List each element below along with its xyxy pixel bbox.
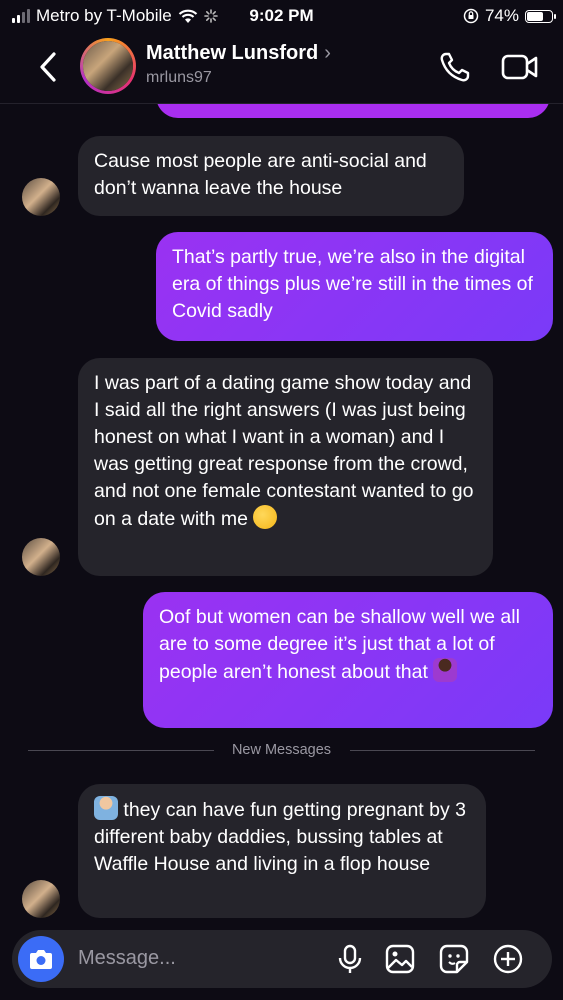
message-text: Cause most people are anti-social and do… <box>94 150 427 199</box>
contact-name[interactable]: Matthew Lunsford › <box>146 42 331 65</box>
camera-icon <box>30 950 52 969</box>
microphone-icon[interactable] <box>334 943 366 975</box>
sticker-icon[interactable] <box>438 943 470 975</box>
message-text: That’s partly true, we’re also in the di… <box>172 246 533 322</box>
hugging-face-emoji-icon <box>253 505 278 529</box>
chevron-right-icon: › <box>324 42 331 64</box>
message-sent[interactable]: That’s partly true, we’re also in the di… <box>156 232 553 341</box>
battery-icon <box>525 9 556 23</box>
message-input[interactable]: Message... <box>78 947 176 970</box>
back-chevron-icon[interactable] <box>34 50 64 84</box>
contact-username: mrluns97 <box>146 69 212 86</box>
man-shrugging-emoji-icon <box>94 796 118 820</box>
status-right: 74% <box>463 6 556 26</box>
new-messages-divider: New Messages <box>28 740 535 760</box>
divider-label: New Messages <box>231 742 332 758</box>
message-composer[interactable]: Message... <box>12 930 552 988</box>
message-received[interactable]: I was part of a dating game show today a… <box>78 358 493 576</box>
woman-shrugging-emoji-icon <box>433 658 458 682</box>
message-text: I was part of a dating game show today a… <box>94 372 474 530</box>
message-received[interactable]: Cause most people are anti-social and do… <box>78 136 464 216</box>
plus-icon[interactable] <box>492 943 524 975</box>
phone-icon[interactable] <box>438 50 472 84</box>
status-bar: Metro by T-Mobile 9:02 PM 74% <box>0 0 563 32</box>
battery-percent: 74% <box>484 6 519 25</box>
sender-avatar[interactable] <box>22 538 60 576</box>
message-received[interactable]: they can have fun getting pregnant by 3 … <box>78 784 486 918</box>
gallery-icon[interactable] <box>384 943 416 975</box>
camera-button[interactable] <box>18 936 64 982</box>
message-sent[interactable]: Oof but women can be shallow well we all… <box>143 592 553 728</box>
sender-avatar[interactable] <box>22 178 60 216</box>
orientation-lock-icon <box>463 8 479 24</box>
contact-avatar[interactable] <box>80 38 136 94</box>
sender-avatar[interactable] <box>22 880 60 918</box>
video-camera-icon[interactable] <box>500 52 540 82</box>
message-text: Oof but women can be shallow well we all… <box>159 606 520 683</box>
contact-name-text: Matthew Lunsford <box>146 42 319 64</box>
message-text: they can have fun getting pregnant by 3 … <box>94 799 467 875</box>
chat-header: Matthew Lunsford › mrluns97 <box>0 32 563 104</box>
